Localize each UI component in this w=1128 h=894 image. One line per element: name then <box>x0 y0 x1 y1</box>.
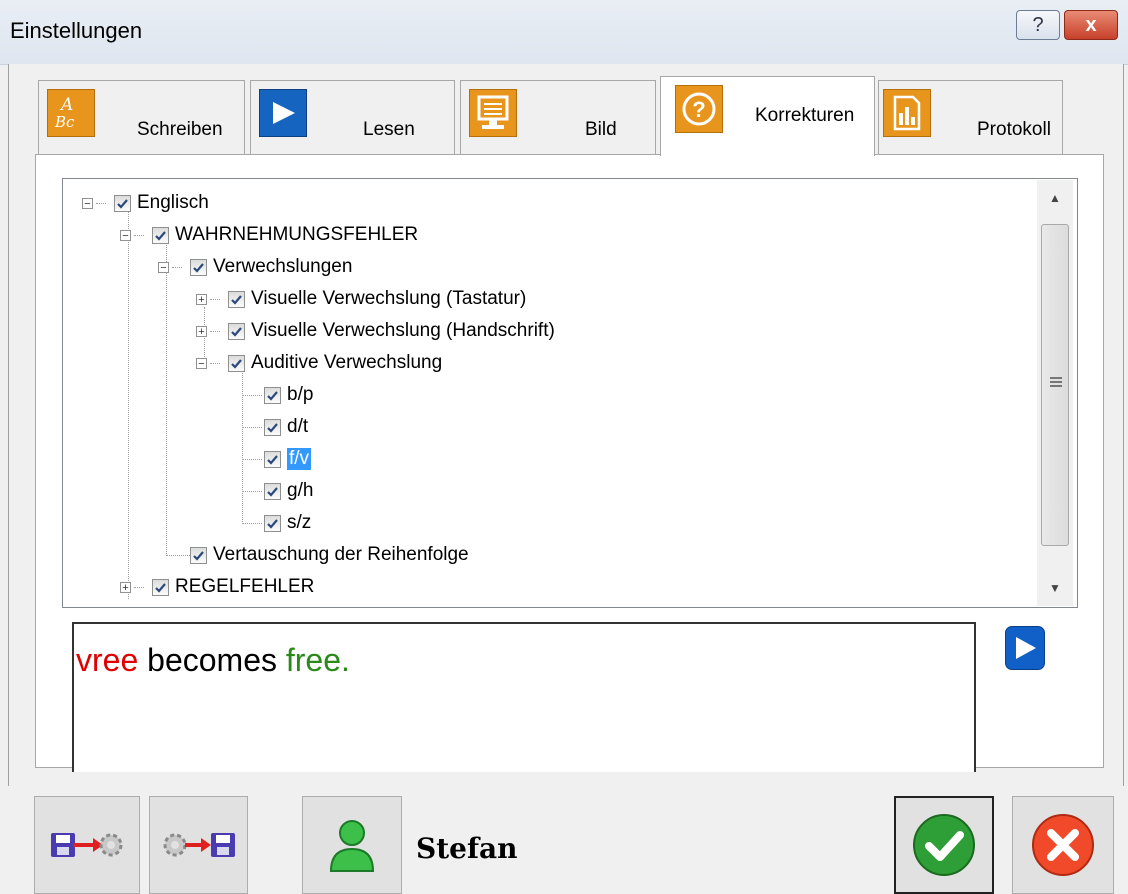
node-label: g/h <box>287 480 314 501</box>
tree-node-pair[interactable]: b/p <box>264 379 313 411</box>
checkbox-checked[interactable] <box>264 514 281 532</box>
collapse-toggle[interactable]: − <box>82 198 93 210</box>
settings-to-save-icon <box>163 833 235 857</box>
node-label: Vertauschung der Reihenfolge <box>213 544 469 565</box>
tab-protokoll[interactable]: Protokoll <box>878 80 1063 154</box>
tree-node-root[interactable]: Englisch <box>114 187 209 219</box>
tab-schreiben[interactable]: A Bc Schreiben <box>38 80 245 154</box>
node-label: REGELFEHLER <box>175 576 315 597</box>
help-button[interactable]: ? <box>1016 10 1060 40</box>
checkbox-checked[interactable] <box>264 482 281 500</box>
monitor-icon <box>469 89 517 137</box>
checkbox-checked[interactable] <box>190 546 207 564</box>
node-label: Auditive Verwechslung <box>251 352 443 373</box>
node-label: Visuelle Verwechslung (Tastatur) <box>251 288 527 309</box>
node-label: WAHRNEHMUNGSFEHLER <box>175 224 419 245</box>
tree-node-category[interactable]: WAHRNEHMUNGSFEHLER <box>152 219 418 251</box>
user-icon <box>329 820 375 872</box>
example-box: vree becomes free. <box>72 622 976 772</box>
tree-node-category[interactable]: REGELFEHLER <box>152 571 314 603</box>
user-button[interactable] <box>302 796 402 894</box>
close-button[interactable]: x <box>1064 10 1118 40</box>
ok-button[interactable] <box>894 796 994 894</box>
checkbox-checked[interactable] <box>228 290 245 308</box>
tree-node-auditory[interactable]: Auditive Verwechslung <box>228 347 442 379</box>
cancel-button[interactable] <box>1012 796 1114 894</box>
node-label: b/p <box>287 384 314 405</box>
node-label-selected: f/v <box>287 448 312 470</box>
checkbox-checked[interactable] <box>228 354 245 372</box>
checkbox-checked[interactable] <box>152 226 169 244</box>
expand-toggle[interactable]: + <box>196 294 207 306</box>
chart-icon <box>883 89 931 137</box>
node-label: Englisch <box>137 192 209 213</box>
node-label: Visuelle Verwechslung (Handschrift) <box>251 320 555 341</box>
scroll-thumb[interactable] <box>1041 224 1069 546</box>
collapse-toggle[interactable]: − <box>158 262 169 274</box>
export-settings-button[interactable] <box>34 796 140 894</box>
example-right-word: free. <box>285 642 350 678</box>
svg-text:Bc: Bc <box>54 113 75 131</box>
play-icon <box>259 89 307 137</box>
checkbox-checked[interactable] <box>228 322 245 340</box>
play-example-button[interactable] <box>1005 626 1045 670</box>
tab-lesen[interactable]: Lesen <box>250 80 455 154</box>
expand-toggle[interactable]: + <box>196 326 207 338</box>
tree-scrollbar[interactable]: ▲ ▼ <box>1037 180 1073 606</box>
scroll-up-icon[interactable]: ▲ <box>1037 180 1073 216</box>
import-settings-button[interactable] <box>149 796 248 894</box>
user-name: Stefan <box>416 832 518 865</box>
svg-text:?: ? <box>692 97 705 122</box>
tree-node-order[interactable]: Vertauschung der Reihenfolge <box>190 539 469 571</box>
tree-node-visual-keyboard[interactable]: Visuelle Verwechslung (Tastatur) <box>228 283 526 315</box>
tab-label: Korrekturen <box>755 105 855 126</box>
tree-node-group[interactable]: Verwechslungen <box>190 251 352 283</box>
checkbox-checked[interactable] <box>264 386 281 404</box>
abc-icon: A Bc <box>47 89 95 137</box>
tree-node-pair[interactable]: s/z <box>264 507 311 539</box>
tab-label: Schreiben <box>137 119 223 140</box>
tree-node-visual-handwriting[interactable]: Visuelle Verwechslung (Handschrift) <box>228 315 555 347</box>
tree-node-pair-selected[interactable]: f/v <box>264 443 312 475</box>
node-label: Verwechslungen <box>213 256 353 277</box>
save-to-settings-icon <box>51 833 123 857</box>
node-label: d/t <box>287 416 309 437</box>
scroll-down-icon[interactable]: ▼ <box>1037 570 1073 606</box>
checkbox-checked[interactable] <box>152 578 169 596</box>
example-wrong-word: vree <box>76 642 139 678</box>
play-icon <box>1016 637 1036 659</box>
tree-node-pair[interactable]: g/h <box>264 475 313 507</box>
close-icon <box>1032 814 1094 876</box>
question-icon: ? <box>675 85 723 133</box>
collapse-toggle[interactable]: − <box>120 230 131 242</box>
svg-text:A: A <box>59 95 73 115</box>
error-category-tree[interactable]: − − − + + − + Englisch WAHRNEHMUNGSFEHLE… <box>62 178 1078 608</box>
tab-korrekturen[interactable]: ? Korrekturen <box>660 76 875 156</box>
tab-bild[interactable]: Bild <box>460 80 656 154</box>
window-title: Einstellungen <box>10 18 143 43</box>
checkbox-checked[interactable] <box>264 450 281 468</box>
collapse-toggle[interactable]: − <box>196 358 207 370</box>
tree-node-pair[interactable]: d/t <box>264 411 308 443</box>
tab-label: Protokoll <box>977 119 1051 140</box>
checkbox-checked[interactable] <box>264 418 281 436</box>
checkbox-checked[interactable] <box>190 258 207 276</box>
tab-label: Lesen <box>363 119 415 140</box>
checkmark-icon <box>913 814 975 876</box>
example-middle-word: becomes <box>147 642 277 678</box>
title-bar: Einstellungen ? x <box>0 0 1128 65</box>
expand-toggle[interactable]: + <box>120 582 131 594</box>
tab-label: Bild <box>585 119 617 140</box>
checkbox-checked[interactable] <box>114 194 131 212</box>
node-label: s/z <box>287 512 312 533</box>
